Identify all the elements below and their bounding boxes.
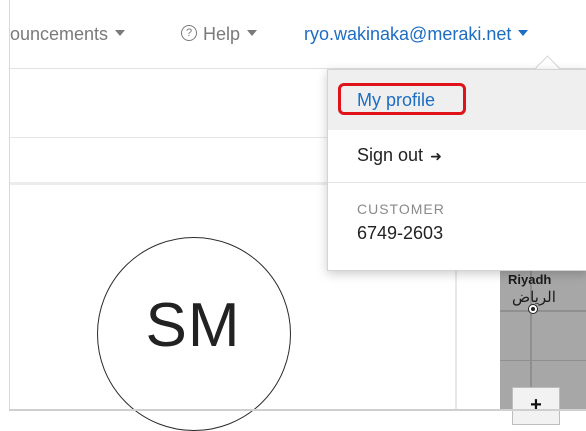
my-profile-label: My profile (357, 90, 436, 110)
sign-out-icon: ➜ (430, 148, 442, 164)
frame-bottom-border (9, 409, 586, 411)
user-account-menu[interactable]: ryo.wakinaka@meraki.net (304, 24, 529, 45)
avatar-initials: SM (145, 291, 241, 360)
user-dropdown-menu: My profile Sign out ➜ CUSTOMER 6749-2603 (327, 69, 586, 271)
menu-item-my-profile[interactable]: My profile (328, 70, 586, 130)
sign-out-label: Sign out (357, 145, 424, 165)
map-zoom-in-button[interactable]: + (512, 387, 560, 425)
user-email: ryo.wakinaka@meraki.net (304, 24, 512, 44)
customer-number: 6749-2603 (357, 223, 444, 243)
help-label: Help (203, 24, 241, 44)
announcements-label: ouncements (10, 24, 109, 44)
chevron-down-icon (115, 30, 126, 37)
help-circle-icon: ? (181, 25, 197, 42)
map-road (500, 310, 586, 312)
map-location-marker-icon (528, 304, 538, 314)
customer-heading: CUSTOMER (357, 201, 445, 217)
chevron-down-icon (247, 30, 258, 37)
map-road (500, 360, 586, 361)
chevron-down-icon (518, 30, 529, 37)
menu-item-sign-out[interactable]: Sign out ➜ (328, 130, 586, 182)
map-city-label: Riyadh (508, 272, 552, 287)
help-menu[interactable]: ? Help (181, 24, 258, 45)
announcements-menu[interactable]: ouncements (10, 24, 126, 45)
menu-divider (328, 182, 586, 183)
